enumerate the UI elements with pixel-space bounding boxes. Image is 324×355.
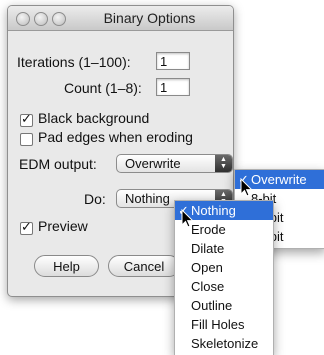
count-field[interactable]: 1 [156, 78, 190, 96]
menu-item-open[interactable]: Open [175, 258, 273, 277]
count-label: Count (1–8): [64, 80, 142, 96]
edm-output-popup[interactable]: Overwrite ▲ ▼ [116, 154, 233, 173]
do-label: Do: [84, 191, 106, 207]
edm-output-value: Overwrite [125, 156, 181, 171]
mouse-pointer-icon [240, 178, 253, 197]
preview-label: Preview [38, 218, 88, 234]
menu-item-close[interactable]: Close [175, 277, 273, 296]
black-background-label: Black background [38, 110, 150, 126]
pad-edges-label: Pad edges when eroding [38, 129, 193, 145]
menu-item-fill-holes[interactable]: Fill Holes [175, 315, 273, 334]
menu-item-skeletonize[interactable]: Skeletonize [175, 334, 273, 353]
cancel-button[interactable]: Cancel [108, 255, 180, 277]
popup-arrows-icon: ▲▼ [215, 155, 232, 172]
mouse-pointer-icon [181, 209, 194, 228]
checkmark-icon: ✓ [21, 219, 32, 234]
edm-output-label: EDM output: [19, 156, 97, 172]
title-bar[interactable]: Binary Options [8, 6, 233, 31]
iterations-field[interactable]: 1 [156, 52, 190, 70]
pad-edges-checkbox[interactable] [20, 133, 33, 146]
black-background-checkbox[interactable]: ✓ [20, 111, 33, 127]
window-title: Binary Options [103, 10, 196, 26]
help-button[interactable]: Help [34, 255, 99, 277]
preview-checkbox[interactable]: ✓ [20, 219, 33, 235]
menu-item-dilate[interactable]: Dilate [175, 239, 273, 258]
menu-item-outline[interactable]: Outline [175, 296, 273, 315]
do-value: Nothing [125, 191, 170, 206]
iterations-label: Iterations (1–100): [17, 54, 131, 70]
checkmark-icon: ✓ [21, 111, 32, 126]
